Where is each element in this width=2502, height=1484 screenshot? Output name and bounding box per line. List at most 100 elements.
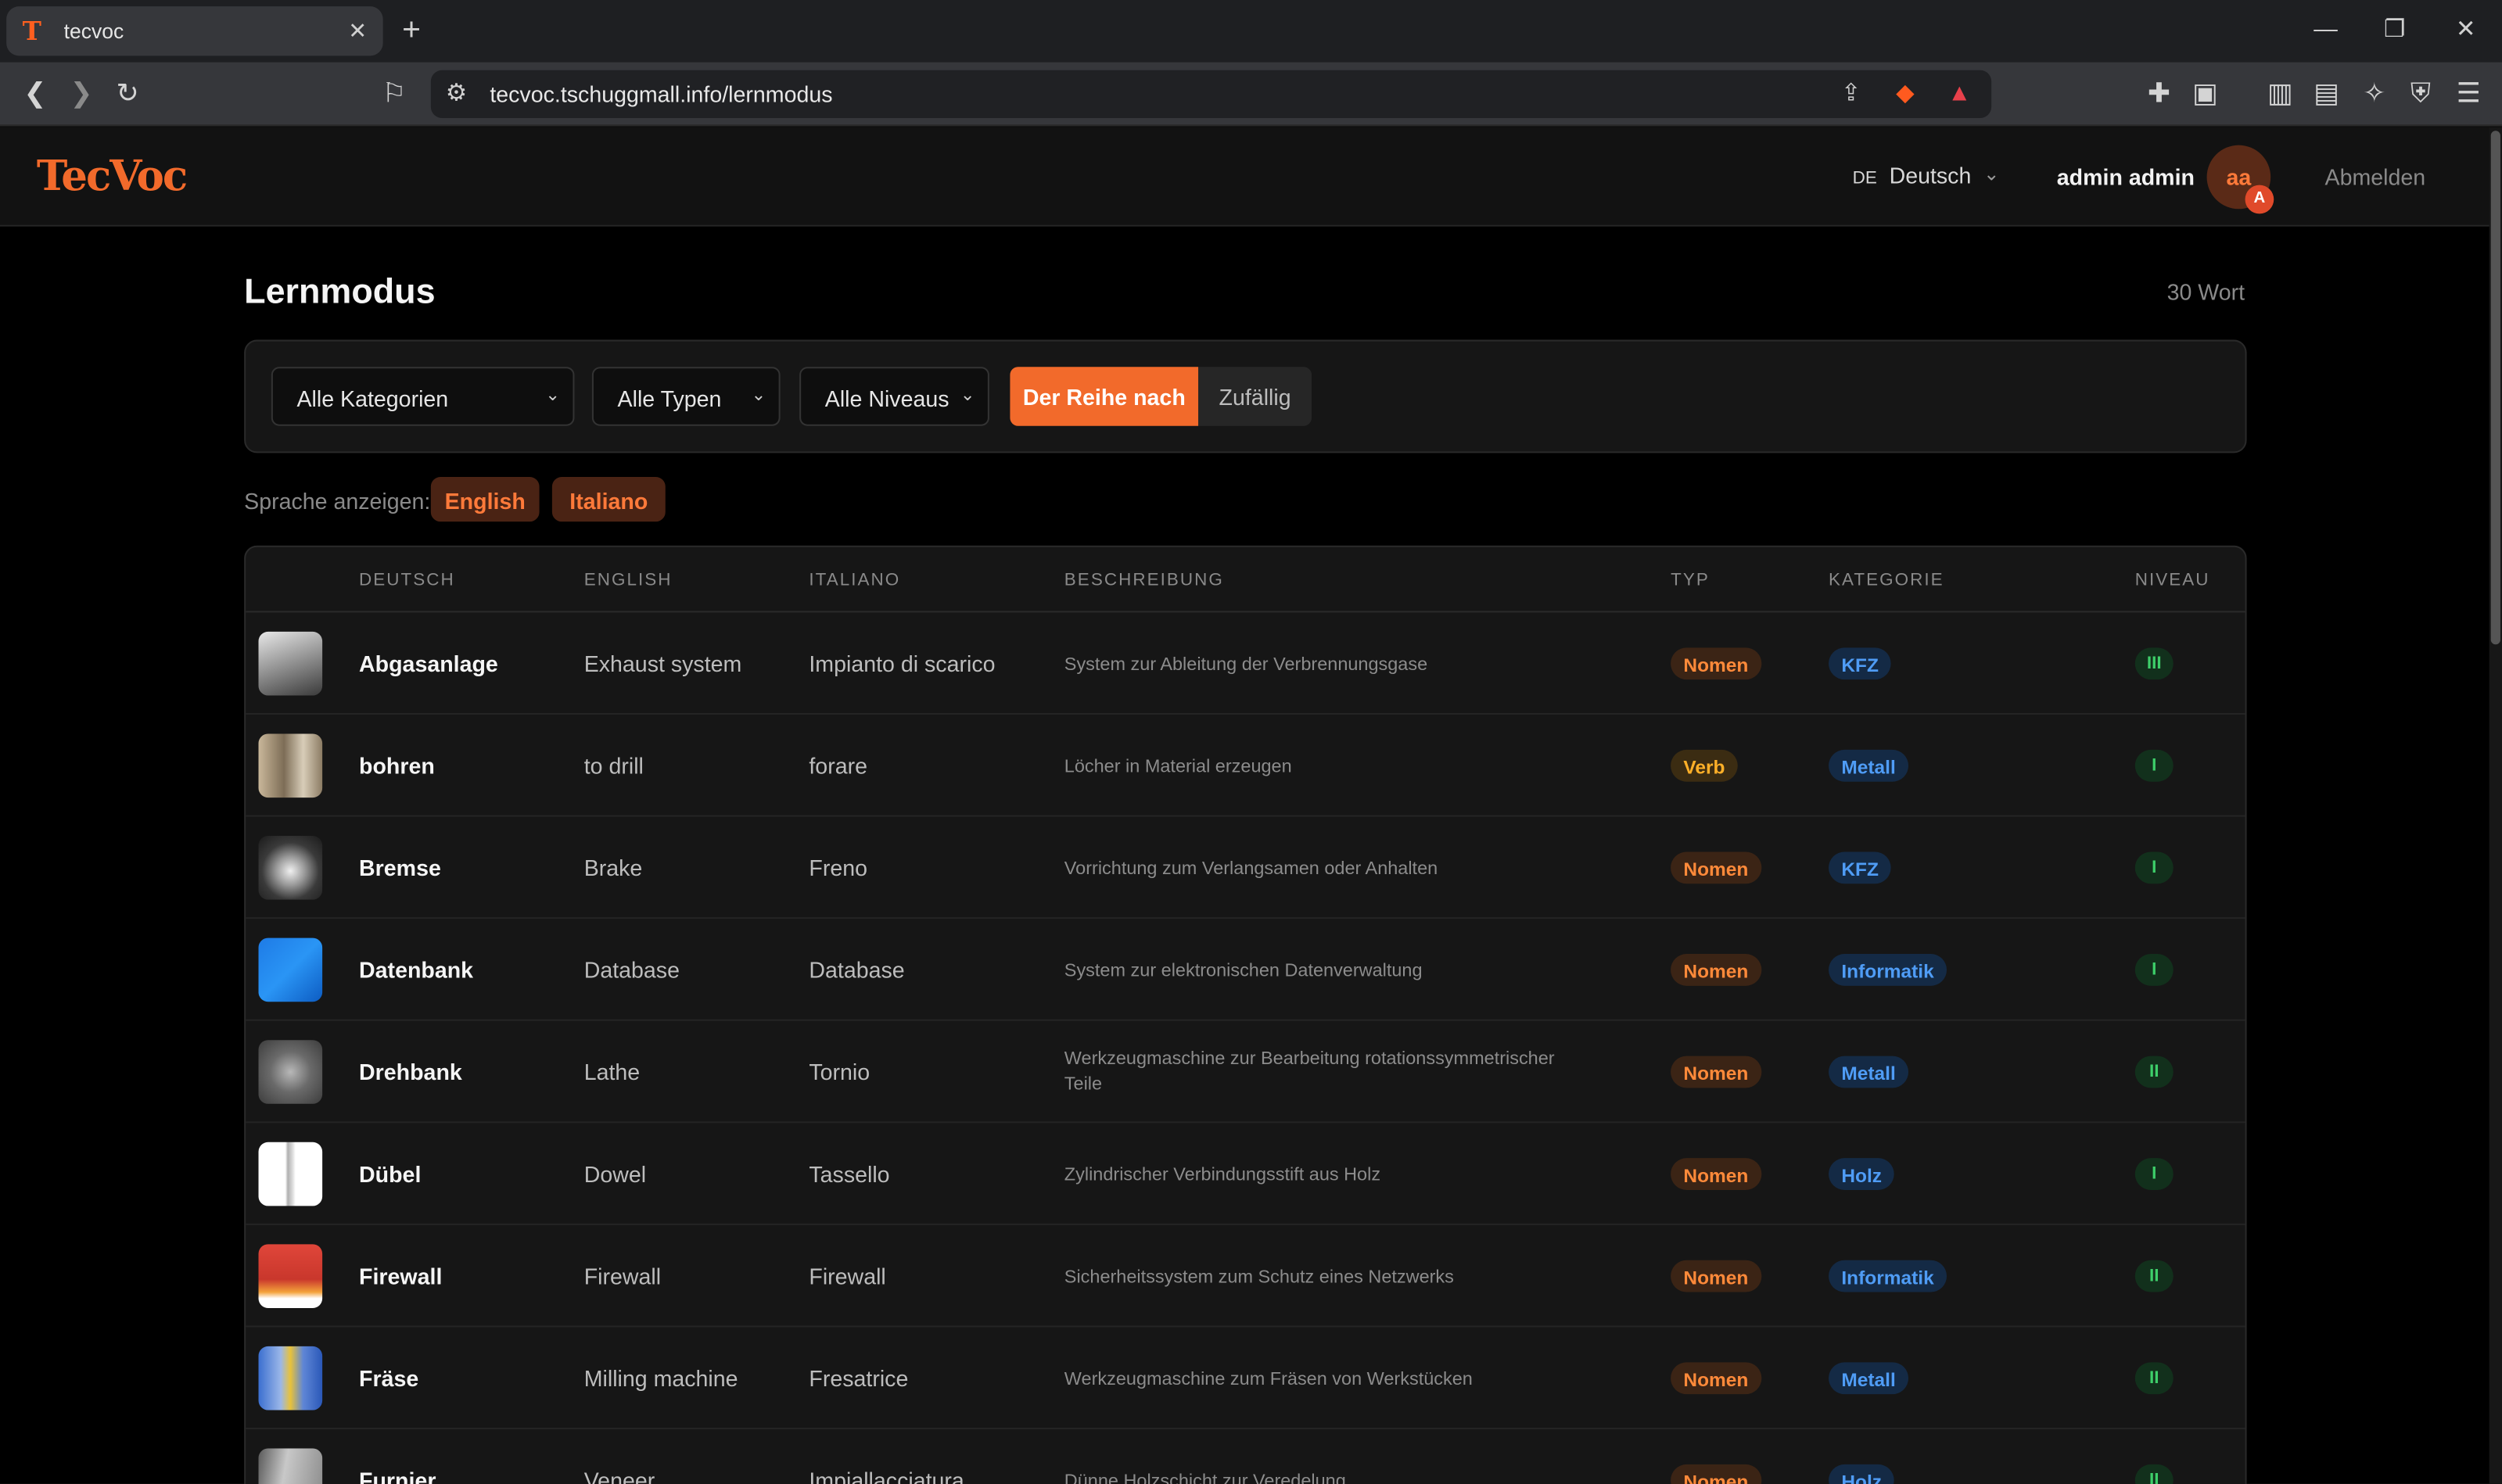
type-select[interactable]: Alle Typen ⌄ [591, 367, 781, 426]
cell-description: Löcher in Material erzeugen [1064, 758, 1292, 777]
menu-icon[interactable]: ☰ [2451, 77, 2486, 112]
cell-english: Exhaust system [583, 651, 742, 677]
cell-italiano: Tassello [809, 1161, 890, 1187]
cell-english: Firewall [583, 1263, 662, 1289]
brave-rewards-icon[interactable]: ▲ [1944, 78, 1976, 110]
wallet-icon[interactable]: ▤ [2309, 77, 2344, 112]
table-row[interactable]: Bremse Brake Freno Vorrichtung zum Verla… [246, 817, 2245, 919]
type-badge: Nomen [1671, 1260, 1761, 1292]
share-icon[interactable]: ⇪ [1835, 78, 1867, 110]
bookmark-icon[interactable]: ⚐ [376, 77, 411, 112]
browser-tab[interactable]: T tecvoc ✕ [6, 6, 383, 56]
cell-deutsch: Furnier [359, 1467, 436, 1484]
column-header-kategorie: KATEGORIE [1829, 571, 1944, 590]
type-select-value: Alle Typen [617, 385, 722, 412]
admin-badge: A [2245, 185, 2274, 214]
type-badge: Verb [1671, 749, 1738, 782]
minimize-icon[interactable]: — [2314, 14, 2338, 46]
scrollbar-thumb[interactable] [2490, 131, 2500, 645]
extensions-icon[interactable]: ✚ [2141, 77, 2177, 112]
display-lang-english[interactable]: English [430, 477, 540, 522]
milling-machine-image [258, 1346, 323, 1411]
level-badge: III [2134, 647, 2174, 680]
cell-italiano: Fresatrice [809, 1365, 909, 1392]
level-badge: II [2134, 1362, 2174, 1395]
dowel-image [258, 1142, 323, 1206]
cell-deutsch: Abgasanlage [359, 651, 498, 677]
vpn-icon[interactable]: ⛨ [2403, 77, 2439, 112]
table-row[interactable]: Drehbank Lathe Tornio Werkzeugmaschine z… [246, 1021, 2245, 1124]
cell-deutsch: Firewall [359, 1263, 443, 1289]
drill-image [258, 733, 323, 798]
leo-ai-icon[interactable]: ✧ [2357, 77, 2392, 112]
level-select[interactable]: Alle Niveaus ⌄ [799, 367, 989, 426]
order-random-button[interactable]: Zufällig [1198, 367, 1312, 426]
page-title: Lernmodus [244, 271, 436, 311]
exhaust-system-image [258, 631, 323, 696]
cell-deutsch: Fräse [359, 1365, 419, 1392]
cell-english: Milling machine [583, 1365, 738, 1392]
database-image [258, 937, 323, 1002]
category-badge: Metall [1829, 1056, 1909, 1088]
type-badge: Nomen [1671, 1056, 1761, 1088]
brave-shield-icon[interactable]: ◆ [1890, 78, 1922, 110]
chevron-down-icon: ⌄ [960, 385, 975, 406]
table-row[interactable]: bohren to drill forare Löcher in Materia… [246, 715, 2245, 817]
cell-deutsch: Bremse [359, 855, 441, 881]
table-row[interactable]: Datenbank Database Database System zur e… [246, 919, 2245, 1021]
filter-panel: Alle Kategorien ⌄ Alle Typen ⌄ Alle Nive… [244, 339, 2247, 453]
chevron-down-icon: ⌄ [545, 385, 561, 406]
app-header: TecVoc DE Deutsch ⌄ admin admin aa Abmel… [0, 127, 2489, 227]
url-text[interactable]: tecvoc.tschuggmall.info/lernmodus [490, 81, 832, 107]
back-icon[interactable]: ❮ [17, 77, 52, 112]
cell-english: Brake [583, 855, 643, 881]
type-badge: Nomen [1671, 1362, 1761, 1395]
level-badge: I [2134, 1158, 2174, 1190]
forward-icon[interactable]: ❯ [64, 77, 99, 112]
language-select[interactable]: Deutsch [1890, 163, 1972, 188]
logout-button[interactable]: Abmelden [2325, 164, 2426, 190]
cell-description: System zur Ableitung der Verbrennungsgas… [1064, 655, 1428, 675]
level-badge: I [2134, 851, 2174, 884]
tab-title: tecvoc [63, 19, 124, 44]
column-header-typ: TYP [1671, 571, 1710, 590]
cell-italiano: Database [809, 957, 905, 983]
table-row[interactable]: Dübel Dowel Tassello Zylindrischer Verbi… [246, 1123, 2245, 1225]
order-sequential-button[interactable]: Der Reihe nach [1010, 367, 1199, 426]
reload-icon[interactable]: ↻ [110, 77, 145, 112]
table-row[interactable]: Fräse Milling machine Fresatrice Werkzeu… [246, 1327, 2245, 1430]
column-header-beschreibung: BESCHREIBUNG [1064, 571, 1224, 590]
table-row[interactable]: Furnier Veneer Impiallacciatura Dünne Ho… [246, 1429, 2245, 1484]
close-window-icon[interactable]: ✕ [2456, 14, 2476, 46]
table-row[interactable]: Firewall Firewall Firewall Sicherheitssy… [246, 1225, 2245, 1328]
display-lang-italiano[interactable]: Italiano [551, 477, 666, 522]
category-badge: Holz [1829, 1158, 1895, 1190]
category-badge: Metall [1829, 749, 1909, 782]
column-header-niveau: NIVEAU [2134, 571, 2210, 590]
tecvoc-favicon-icon: T [22, 15, 41, 46]
tecvoc-logo[interactable]: TecVoc [37, 153, 188, 201]
site-settings-icon[interactable]: ⚙ [440, 78, 472, 110]
category-select[interactable]: Alle Kategorien ⌄ [271, 367, 575, 426]
restore-icon[interactable]: ❐ [2384, 14, 2405, 46]
brake-image [258, 836, 323, 900]
sidebar-icon[interactable]: ▥ [2263, 77, 2298, 112]
cell-english: Dowel [583, 1161, 647, 1187]
level-badge: II [2134, 1464, 2174, 1484]
cell-italiano: Firewall [809, 1263, 886, 1289]
reader-icon[interactable]: ▣ [2188, 77, 2223, 112]
cell-deutsch: bohren [359, 752, 435, 779]
browser-tab-bar: T tecvoc ✕ + — ❐ ✕ [0, 0, 2502, 63]
cell-italiano: Tornio [809, 1059, 870, 1085]
chevron-down-icon[interactable]: ⌄ [1983, 163, 2000, 185]
category-badge: Metall [1829, 1362, 1909, 1395]
address-bar[interactable]: ⚙ tecvoc.tschuggmall.info/lernmodus ⇪ ◆ … [430, 70, 1992, 118]
table-row[interactable]: Abgasanlage Exhaust system Impianto di s… [246, 612, 2245, 715]
close-tab-icon[interactable]: ✕ [348, 17, 367, 45]
new-tab-icon[interactable]: + [402, 13, 421, 48]
level-badge: I [2134, 749, 2174, 782]
cell-english: Veneer [583, 1467, 655, 1484]
level-select-value: Alle Niveaus [824, 385, 949, 412]
level-badge: II [2134, 1056, 2174, 1088]
category-badge: Informatik [1829, 954, 1947, 986]
